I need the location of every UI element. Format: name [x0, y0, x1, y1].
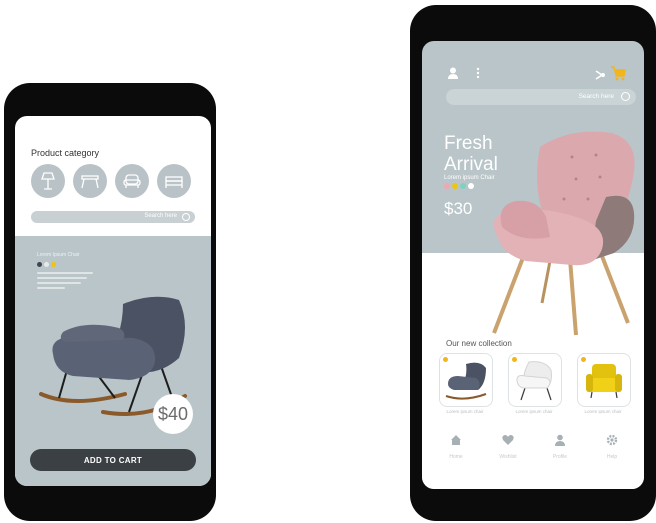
nav-help-label: Help	[606, 454, 618, 460]
color-swatch-teal[interactable]	[460, 183, 466, 189]
right-phone-screen: Search here Fresh Arrival Lorem ipsum Ch…	[422, 41, 644, 489]
price-badge: $40	[153, 394, 193, 434]
collection-card[interactable]	[508, 353, 562, 407]
more-options-icon[interactable]	[476, 67, 480, 79]
user-icon	[555, 434, 565, 446]
table-icon	[81, 175, 99, 189]
color-swatch-white[interactable]	[468, 183, 474, 189]
favorite-badge	[512, 357, 517, 362]
collection-title: Our new collection	[446, 339, 512, 348]
nav-wishlist-label: Wishlist	[499, 454, 517, 460]
nav-wishlist[interactable]: Wishlist	[488, 433, 528, 460]
favorite-badge	[443, 357, 448, 362]
armchair-icon	[123, 174, 141, 188]
gear-icon	[606, 434, 618, 446]
nav-home-label: Home	[449, 454, 463, 460]
search-input[interactable]: Search here	[446, 89, 636, 105]
nav-profile-label: Profile	[552, 454, 568, 460]
color-swatch-yellow[interactable]	[452, 183, 458, 189]
category-title: Product category	[31, 148, 100, 158]
category-lamp-button[interactable]	[31, 164, 65, 198]
hero-price: $30	[444, 199, 473, 218]
category-armchair-button[interactable]	[115, 164, 149, 198]
search-icon	[182, 213, 190, 221]
nav-home[interactable]: Home	[436, 433, 476, 460]
favorite-badge	[581, 357, 586, 362]
user-icon[interactable]	[448, 67, 458, 79]
collection-card[interactable]	[439, 353, 493, 407]
collection-card[interactable]	[577, 353, 631, 407]
dark-rocking-chair-icon	[445, 362, 487, 400]
collection-card-label: Lorem ipsum chair	[515, 409, 553, 414]
heart-icon	[502, 435, 514, 445]
left-phone-mockup: Product category Search here Lorem Ipsum…	[4, 83, 216, 521]
search-icon	[621, 92, 630, 101]
bed-icon	[165, 176, 183, 188]
pink-armchair-image	[492, 131, 635, 336]
color-swatch-pink[interactable]	[444, 183, 450, 189]
add-to-cart-button[interactable]: ADD TO CART	[30, 449, 196, 471]
search-placeholder: Search here	[578, 93, 614, 100]
nav-help[interactable]: Help	[592, 433, 632, 460]
collection-card-label: Lorem ipsum chair	[446, 409, 484, 414]
collection-card-label: Lorem ipsum chair	[584, 409, 622, 414]
white-chair-icon	[516, 361, 552, 401]
search-input[interactable]: Search here	[31, 211, 195, 223]
search-placeholder: Search here	[144, 213, 177, 219]
share-icon[interactable]	[594, 69, 606, 81]
nav-profile[interactable]: Profile	[540, 433, 580, 460]
right-phone-mockup: Search here Fresh Arrival Lorem ipsum Ch…	[410, 5, 656, 521]
floor-lamp-icon	[41, 172, 55, 190]
left-phone-screen: Product category Search here Lorem Ipsum…	[15, 116, 211, 486]
yellow-armchair-icon	[586, 364, 622, 399]
home-icon	[451, 435, 461, 445]
cart-icon[interactable]	[610, 65, 626, 81]
category-table-button[interactable]	[73, 164, 107, 198]
product-name: Lorem Ipsum Chair	[37, 252, 80, 258]
category-bed-button[interactable]	[157, 164, 191, 198]
